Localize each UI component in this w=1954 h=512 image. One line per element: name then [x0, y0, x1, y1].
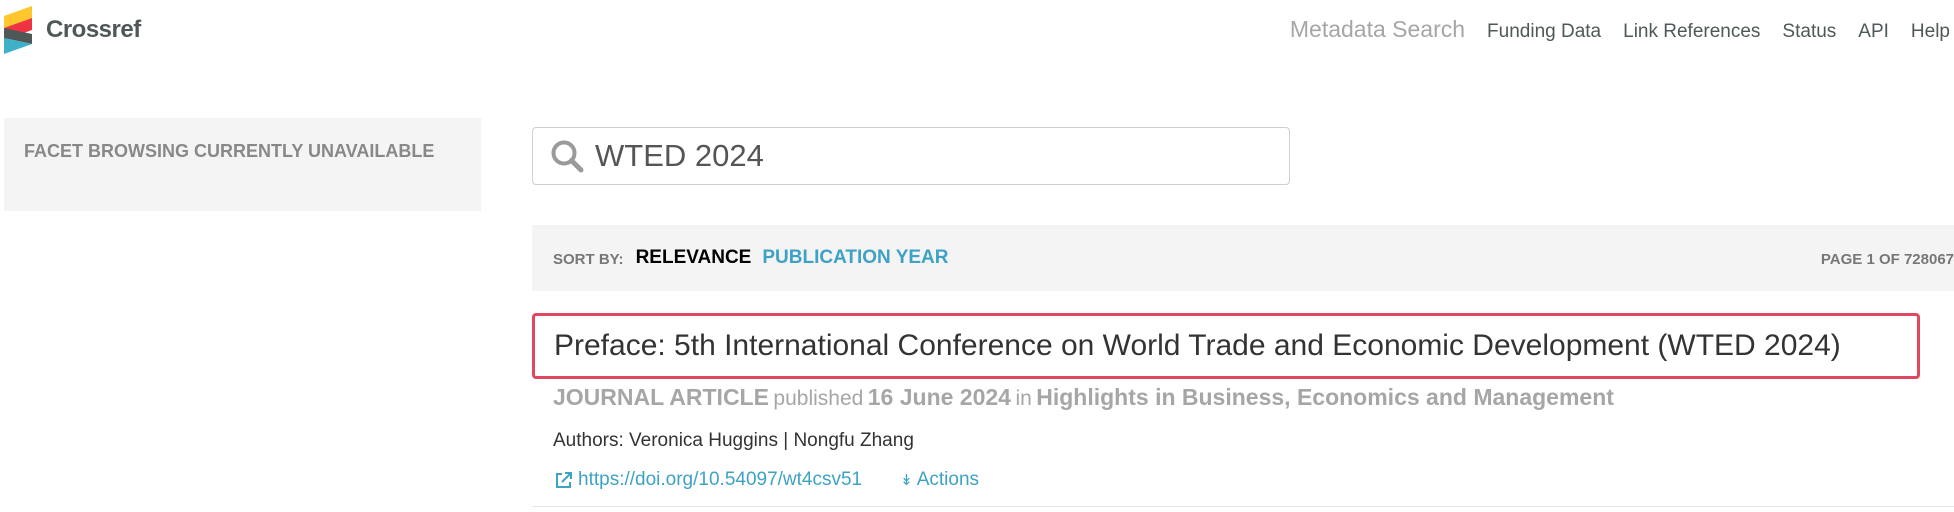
- sort-bar: SORT BY: RELEVANCE PUBLICATION YEAR PAGE…: [532, 225, 1954, 291]
- actions-label: Actions: [916, 469, 980, 490]
- result-date: 16 June 2024: [867, 384, 1011, 410]
- nav-link-references[interactable]: Link References: [1623, 21, 1760, 43]
- result-type: JOURNAL ARTICLE: [553, 384, 769, 410]
- actions-button[interactable]: ↡ Actions: [900, 469, 979, 491]
- result-journal: Highlights in Business, Economics and Ma…: [1036, 384, 1614, 410]
- doi-text: https://doi.org/10.54097/wt4csv51: [578, 469, 863, 490]
- external-link-icon: [556, 471, 572, 488]
- result-links: https://doi.org/10.54097/wt4csv51 ↡ Acti…: [553, 469, 979, 491]
- facet-unavailable-message: FACET BROWSING CURRENTLY UNAVAILABLE: [24, 141, 435, 161]
- crossref-logo-icon: [4, 6, 32, 54]
- sort-publication-year[interactable]: PUBLICATION YEAR: [762, 247, 948, 269]
- top-navigation: Metadata Search Funding Data Link Refere…: [1290, 16, 1954, 43]
- sort-by-label: SORT BY:: [553, 250, 624, 268]
- crossref-logo[interactable]: Crossref: [4, 4, 141, 56]
- nav-help[interactable]: Help: [1911, 21, 1950, 43]
- search-icon: [551, 140, 584, 173]
- nav-funding-data[interactable]: Funding Data: [1487, 21, 1601, 43]
- result-title-highlight[interactable]: Preface: 5th International Conference on…: [532, 313, 1920, 379]
- chevron-double-down-icon: ↡: [900, 471, 913, 489]
- page-info: PAGE 1 OF 728067: [1820, 250, 1954, 268]
- logo-wordmark: Crossref: [46, 16, 141, 43]
- in-label: in: [1015, 387, 1032, 410]
- nav-metadata-search[interactable]: Metadata Search: [1290, 16, 1465, 43]
- sort-relevance[interactable]: RELEVANCE: [636, 247, 752, 269]
- search-bar[interactable]: [532, 127, 1290, 185]
- published-label: published: [773, 387, 864, 410]
- search-input[interactable]: [595, 138, 1255, 174]
- result-authors: Authors: Veronica Huggins | Nongfu Zhang: [553, 430, 914, 451]
- doi-link[interactable]: https://doi.org/10.54097/wt4csv51: [553, 469, 862, 491]
- result-divider: [532, 506, 1954, 507]
- result-title[interactable]: Preface: 5th International Conference on…: [554, 329, 1841, 363]
- facet-sidebar: FACET BROWSING CURRENTLY UNAVAILABLE: [4, 118, 481, 211]
- nav-api[interactable]: API: [1858, 21, 1889, 43]
- result-metadata: JOURNAL ARTICLE published 16 June 2024 i…: [553, 384, 1614, 411]
- nav-status[interactable]: Status: [1782, 21, 1836, 43]
